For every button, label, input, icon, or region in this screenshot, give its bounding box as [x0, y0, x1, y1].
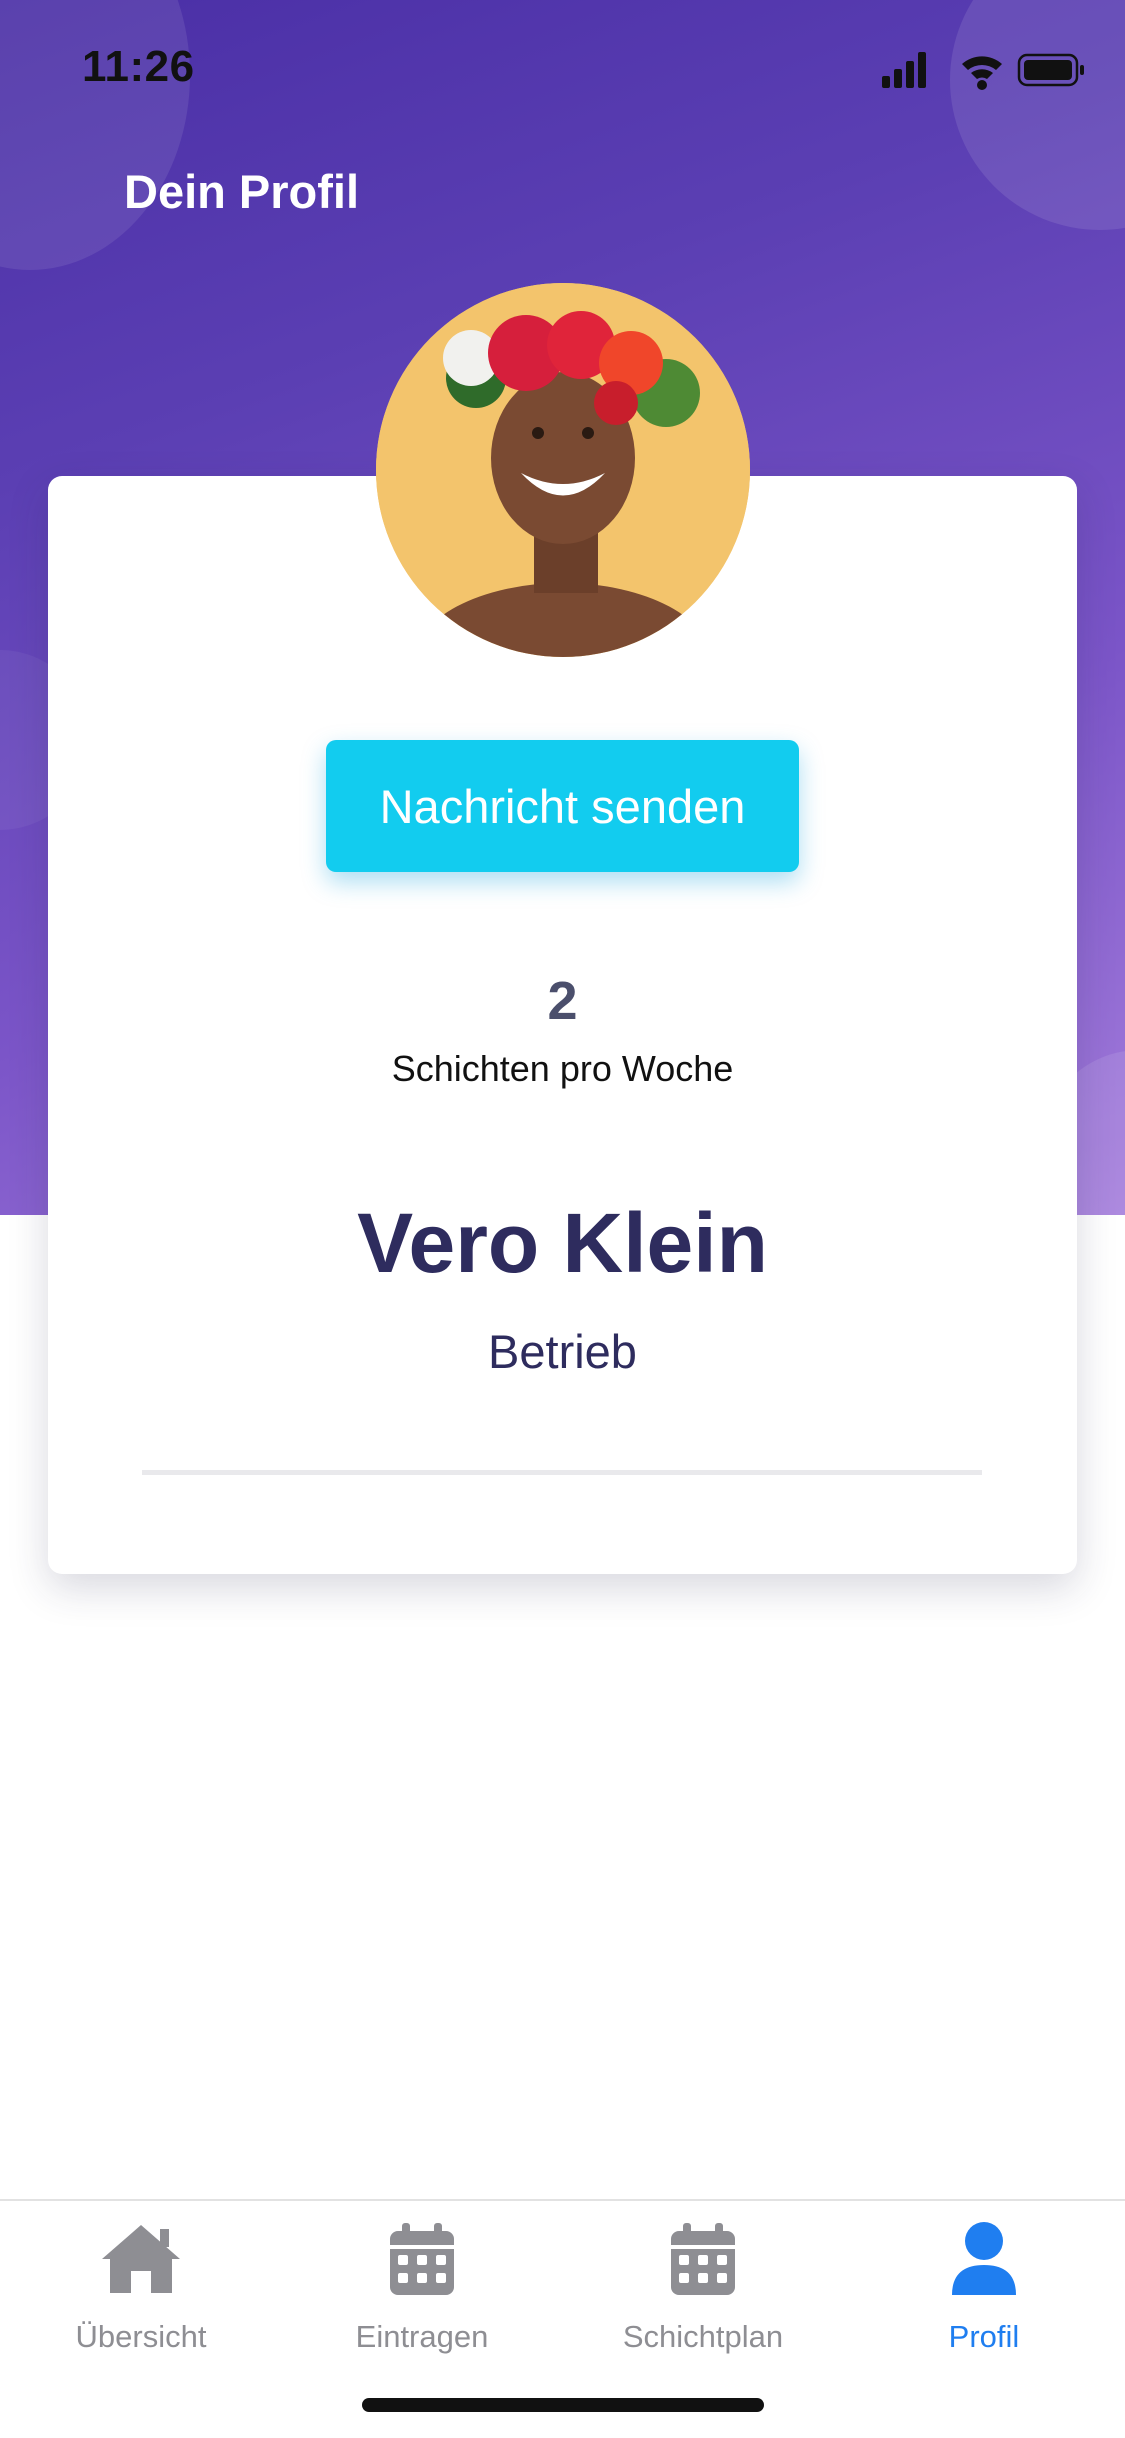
divider: [142, 1470, 982, 1475]
tab-eintragen[interactable]: Eintragen: [281, 2219, 563, 2369]
battery-icon: [1017, 53, 1084, 87]
send-message-button[interactable]: Nachricht senden: [326, 740, 799, 872]
tab-profil[interactable]: Profil: [843, 2219, 1125, 2369]
user-name: Vero Klein: [357, 1196, 768, 1290]
tab-label: Eintragen: [355, 2319, 489, 2354]
calendar-icon: [382, 2219, 462, 2304]
status-icon-group: [882, 52, 1084, 90]
person-icon: [944, 2219, 1024, 2304]
status-icons: [878, 48, 1088, 92]
tab-label: Übersicht: [75, 2319, 207, 2354]
page-title: Dein Profil: [124, 165, 360, 218]
avatar: [376, 283, 750, 657]
tab-uebersicht[interactable]: Übersicht: [0, 2219, 282, 2369]
decorative-circle: [0, 0, 190, 270]
tab-label: Profil: [948, 2319, 1020, 2354]
shifts-per-week-label: Schichten pro Woche: [391, 1048, 734, 1089]
user-role: Betrieb: [488, 1325, 637, 1378]
tab-schichtplan[interactable]: Schichtplan: [562, 2219, 844, 2369]
avatar-image: [376, 283, 750, 657]
calendar-icon: [663, 2219, 743, 2304]
status-time: 11:26: [82, 42, 195, 91]
wifi-icon: [962, 56, 1002, 90]
tab-label: Schichtplan: [622, 2319, 784, 2354]
home-icon: [96, 2219, 186, 2304]
home-indicator: [362, 2398, 764, 2412]
decorative-circle: [950, 0, 1125, 230]
cellular-signal-icon: [882, 52, 926, 88]
shifts-per-week-value: 2: [547, 971, 578, 1031]
